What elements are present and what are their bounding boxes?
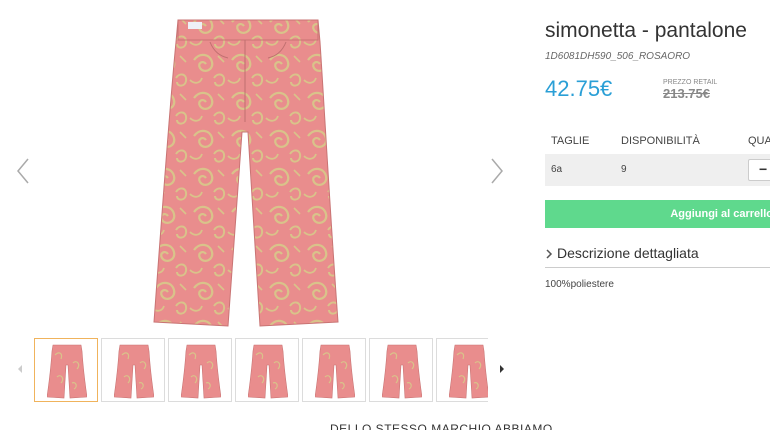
pants-thumbnail-image xyxy=(248,344,288,399)
header-quantity: QUA xyxy=(748,135,770,147)
pants-thumbnail-image xyxy=(181,344,221,399)
description-title: Descrizione dettagliata xyxy=(557,245,699,261)
quantity-decrement-button[interactable]: − xyxy=(748,159,770,181)
pants-image xyxy=(153,19,339,327)
thumbnail-strip xyxy=(34,338,488,402)
caret-right-icon xyxy=(500,365,504,373)
thumbnail[interactable] xyxy=(302,338,366,402)
product-code: 1D6081DH590_506_ROSAORO xyxy=(545,51,691,62)
description-toggle[interactable]: Descrizione dettagliata xyxy=(545,243,770,268)
description-text: 100%poliestere xyxy=(545,279,614,290)
gallery-next-button[interactable] xyxy=(486,155,508,187)
thumbnail[interactable] xyxy=(34,338,98,402)
chevron-right-icon xyxy=(545,248,553,263)
product-gallery xyxy=(0,0,530,430)
thumbs-prev-button[interactable] xyxy=(16,362,24,374)
caret-left-icon xyxy=(18,365,22,373)
pants-thumbnail-image xyxy=(47,344,87,399)
product-title: simonetta - pantalone xyxy=(545,19,747,42)
product-price: 42.75€ xyxy=(545,76,613,101)
retail-price: 213.75€ xyxy=(663,86,710,101)
retail-price-label: PREZZO RETAIL xyxy=(663,79,718,86)
thumbnail[interactable] xyxy=(168,338,232,402)
main-product-image[interactable] xyxy=(150,12,340,330)
availability-table: TAGLIE DISPONIBILITÀ QUA 6a 9 − xyxy=(545,132,770,186)
table-header: TAGLIE DISPONIBILITÀ QUA xyxy=(545,132,770,152)
pants-thumbnail-image xyxy=(382,344,422,399)
pants-thumbnail-image xyxy=(449,344,488,399)
product-info: simonetta - pantalone 1D6081DH590_506_RO… xyxy=(545,0,770,430)
thumbnail[interactable] xyxy=(436,338,488,402)
thumbnail[interactable] xyxy=(101,338,165,402)
thumbnail[interactable] xyxy=(235,338,299,402)
chevron-right-icon xyxy=(491,158,503,184)
thumbnail[interactable] xyxy=(369,338,433,402)
table-row: 6a 9 − xyxy=(545,154,770,186)
pants-thumbnail-image xyxy=(315,344,355,399)
thumbs-next-button[interactable] xyxy=(498,362,506,374)
pants-thumbnail-image xyxy=(114,344,154,399)
add-to-cart-button[interactable]: Aggiungi al carrello xyxy=(545,200,770,228)
row-size: 6a xyxy=(551,164,563,175)
chevron-left-icon xyxy=(17,158,29,184)
row-availability: 9 xyxy=(621,164,627,175)
header-size: TAGLIE xyxy=(551,135,590,147)
header-availability: DISPONIBILITÀ xyxy=(621,135,700,147)
same-brand-heading: DELLO STESSO MARCHIO ABBIAMO xyxy=(330,422,553,430)
gallery-prev-button[interactable] xyxy=(12,155,34,187)
